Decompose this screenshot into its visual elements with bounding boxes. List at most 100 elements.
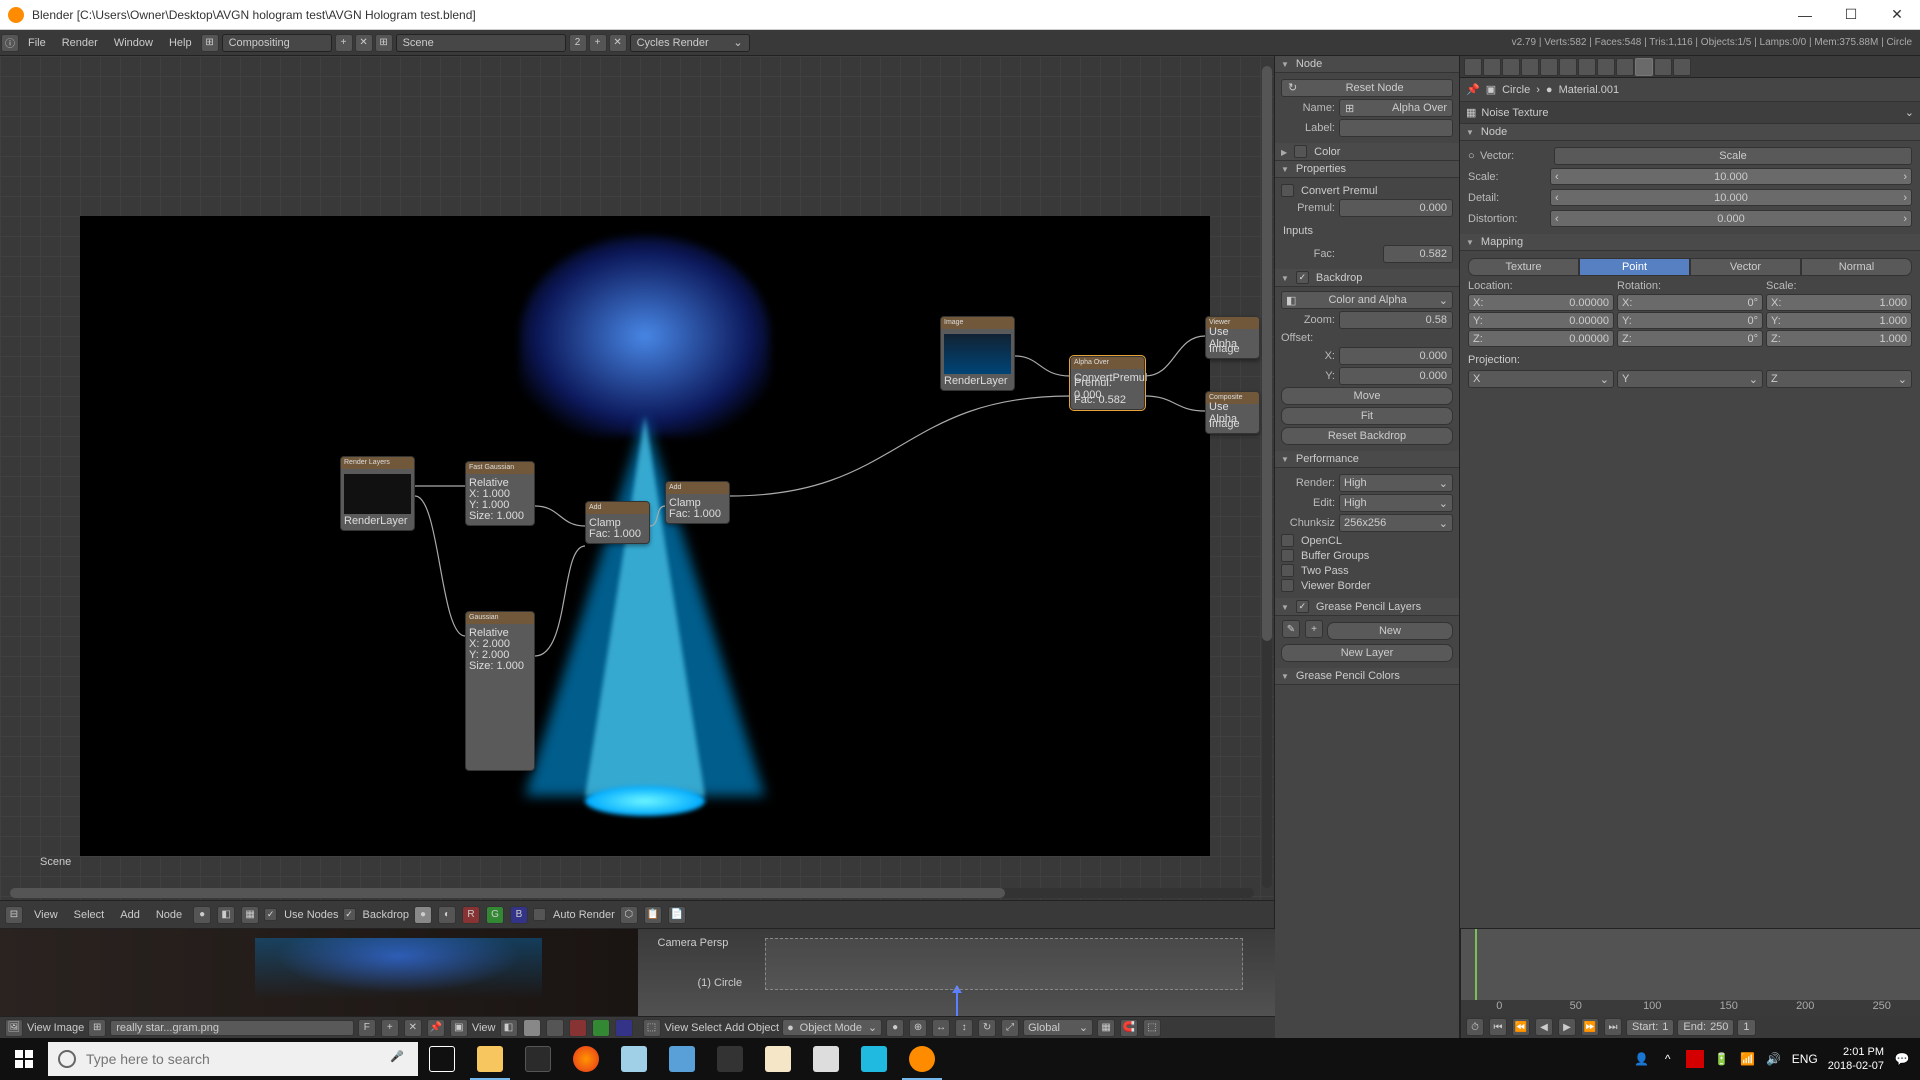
maximize-button[interactable]: ☐	[1828, 0, 1874, 30]
vector-dropdown[interactable]: Scale	[1554, 147, 1912, 165]
convert-premul-check[interactable]	[1281, 184, 1294, 197]
node-blur-gaussian[interactable]: Gaussian RelativeX: 2.000Y: 2.000Size: 1…	[465, 611, 535, 771]
tab-particles-icon[interactable]	[1654, 58, 1672, 76]
copy-nodes-icon[interactable]: 📋	[644, 906, 662, 924]
channel-a[interactable]	[546, 1019, 564, 1037]
view3d-editor-type-icon[interactable]: ⬚	[643, 1019, 661, 1037]
screen-add-icon[interactable]: +	[335, 34, 353, 52]
tab-world-icon[interactable]	[1521, 58, 1539, 76]
tray-wifi-icon[interactable]: 📶	[1740, 1051, 1756, 1067]
gp-new-button[interactable]: New	[1327, 622, 1453, 640]
play-end-icon[interactable]: ⏭	[1604, 1018, 1622, 1036]
img-browse-icon[interactable]: ⊞	[88, 1019, 106, 1037]
ne-menu-select[interactable]: Select	[68, 909, 111, 921]
paste-nodes-icon[interactable]: 📄	[668, 906, 686, 924]
pivot-icon[interactable]: ⊕	[909, 1019, 927, 1037]
texture-row[interactable]: ▦ Noise Texture ⌄	[1460, 102, 1920, 124]
r-mapping-header[interactable]: Mapping	[1460, 234, 1920, 251]
loc-x[interactable]: X:0.00000	[1468, 294, 1614, 311]
uv-editor-icon[interactable]: ▣	[450, 1019, 468, 1037]
node-render-layers[interactable]: Render Layers RenderLayer	[340, 456, 415, 531]
close-button[interactable]: ✕	[1874, 0, 1920, 30]
play-icon[interactable]: ▶	[1558, 1018, 1576, 1036]
taskbar-notepad[interactable]	[610, 1038, 658, 1080]
move-button[interactable]: Move	[1281, 387, 1453, 405]
scl-y[interactable]: Y:1.000	[1766, 312, 1912, 329]
channel-c[interactable]	[523, 1019, 541, 1037]
layers-icon[interactable]: ▦	[1097, 1019, 1115, 1037]
chunk-size-dropdown[interactable]: 256x256⌄	[1339, 514, 1453, 532]
start-frame-field[interactable]: Start:1	[1626, 1019, 1674, 1036]
offset-x-field[interactable]: 0.000	[1339, 347, 1453, 365]
tray-clock[interactable]: 2:01 PM 2018-02-07	[1828, 1045, 1884, 1073]
img-fake-user[interactable]: F	[358, 1019, 376, 1037]
taskbar-blender[interactable]	[898, 1038, 946, 1080]
render-engine-dropdown[interactable]: Cycles Render⌄	[630, 34, 750, 52]
tab-texture-icon[interactable]	[1635, 58, 1653, 76]
snap-toggle-icon[interactable]: 🧲	[1120, 1019, 1138, 1037]
ne-menu-node[interactable]: Node	[150, 909, 188, 921]
view3d[interactable]: Camera Persp (1) Circle ⬚ View Select Ad…	[638, 929, 1276, 1038]
proj-x[interactable]: X⌄	[1468, 370, 1614, 388]
tray-up-icon[interactable]: ^	[1660, 1051, 1676, 1067]
scene-users-icon[interactable]: 2	[569, 34, 587, 52]
mic-icon[interactable]: 🎤	[390, 1050, 408, 1068]
channel-g-icon[interactable]: G	[486, 906, 504, 924]
orientation-dropdown[interactable]: Global⌄	[1023, 1019, 1093, 1036]
play-rev-icon[interactable]: ◀	[1535, 1018, 1553, 1036]
pin-icon[interactable]: 📌	[1466, 83, 1480, 96]
scl-x[interactable]: X:1.000	[1766, 294, 1912, 311]
timeline-area[interactable]: 050100150200250	[1461, 929, 1920, 1016]
taskbar-calculator[interactable]	[514, 1038, 562, 1080]
end-frame-field[interactable]: End:250	[1677, 1019, 1734, 1036]
task-view-button[interactable]	[418, 1038, 466, 1080]
img-pin-icon[interactable]: 📌	[427, 1019, 445, 1037]
zoom-field[interactable]: 0.58	[1339, 311, 1453, 329]
node-image[interactable]: Image RenderLayer	[940, 316, 1015, 391]
node-viewer[interactable]: Viewer Use AlphaImage	[1205, 316, 1260, 359]
screen-layout-field[interactable]: Compositing	[222, 34, 332, 52]
play-next-icon[interactable]: ⏩	[1581, 1018, 1599, 1036]
fac-field[interactable]: 0.582	[1383, 245, 1453, 263]
channel-r-icon[interactable]: R	[462, 906, 480, 924]
tray-notifications-icon[interactable]: 💬	[1894, 1051, 1910, 1067]
img-del-icon[interactable]: ✕	[404, 1019, 422, 1037]
manip-translate-icon[interactable]: ↕	[955, 1019, 973, 1037]
menu-render[interactable]: Render	[54, 30, 106, 56]
play-start-icon[interactable]: ⏮	[1489, 1018, 1507, 1036]
reset-backdrop-button[interactable]: Reset Backdrop	[1281, 427, 1453, 445]
offset-y-field[interactable]: 0.000	[1339, 367, 1453, 385]
scene-field[interactable]: Scene	[396, 34, 566, 52]
taskbar-photos[interactable]	[850, 1038, 898, 1080]
node-scroll-v[interactable]	[1262, 66, 1272, 888]
timeline-editor-type-icon[interactable]: ⏱	[1466, 1018, 1484, 1036]
tab-render-icon[interactable]	[1464, 58, 1482, 76]
menu-file[interactable]: File	[20, 30, 54, 56]
distortion-field[interactable]: ‹0.000›	[1550, 210, 1912, 227]
editor-type-icon[interactable]: ⓘ	[1, 34, 19, 52]
node-editor[interactable]: Render Layers RenderLayer Fast Gaussian …	[0, 56, 1275, 928]
v3d-menu-view[interactable]: View	[665, 1022, 689, 1034]
img-menu-image[interactable]: Image	[54, 1022, 85, 1034]
panel-backdrop-header[interactable]: Backdrop	[1275, 269, 1459, 287]
taskbar-firefox[interactable]	[562, 1038, 610, 1080]
use-nodes-check[interactable]	[264, 908, 277, 921]
img-name-field[interactable]: really star...gram.png	[110, 1020, 354, 1036]
loc-z[interactable]: Z:0.00000	[1468, 330, 1614, 347]
snap-icon[interactable]: ⬡	[620, 906, 638, 924]
menu-window[interactable]: Window	[106, 30, 161, 56]
ne-menu-add[interactable]: Add	[114, 909, 146, 921]
channel-color-icon[interactable]: ●	[414, 906, 432, 924]
name-field[interactable]: ⊞Alpha Over	[1339, 99, 1453, 117]
img-menu-view[interactable]: View	[27, 1022, 51, 1034]
reset-node-button[interactable]: Reset Node	[1303, 80, 1446, 96]
proj-y[interactable]: Y⌄	[1617, 370, 1763, 388]
loc-y[interactable]: Y:0.00000	[1468, 312, 1614, 329]
taskbar-file-explorer[interactable]	[466, 1038, 514, 1080]
tab-vector[interactable]: Vector	[1690, 258, 1801, 276]
scl-z[interactable]: Z:1.000	[1766, 330, 1912, 347]
panel-properties-header[interactable]: Properties	[1275, 161, 1459, 178]
color-toggle[interactable]	[1294, 145, 1307, 158]
taskbar-app1[interactable]	[658, 1038, 706, 1080]
tab-render-layers-icon[interactable]	[1483, 58, 1501, 76]
